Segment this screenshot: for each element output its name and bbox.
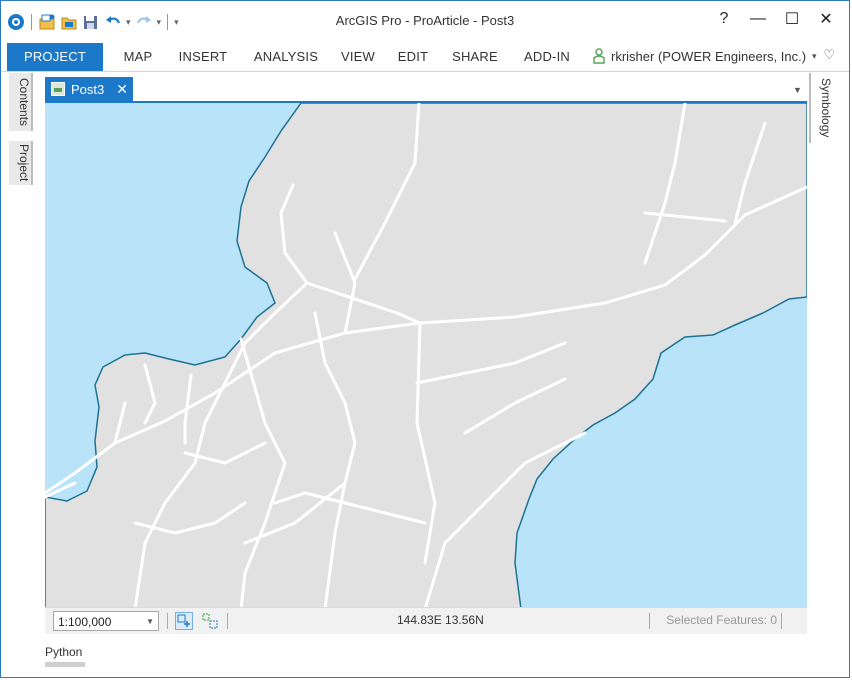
view-tab-post3[interactable]: Post3 ✕ xyxy=(45,77,133,101)
python-pane-indicator xyxy=(45,662,85,667)
pane-tab-project[interactable]: Project xyxy=(9,141,33,185)
chevron-down-icon[interactable]: ▾ xyxy=(812,51,817,62)
tab-map[interactable]: MAP xyxy=(113,43,163,71)
view-tab-label: Post3 xyxy=(71,81,105,97)
user-name: rkrisher (POWER Engineers, Inc.) xyxy=(611,48,807,64)
separator xyxy=(781,613,782,629)
arcgis-pro-window: ▾ ▾ ▾ ArcGIS Pro - ProArticle - Post3 ? … xyxy=(0,0,850,678)
close-icon[interactable]: ✕ xyxy=(809,9,843,29)
map-canvas[interactable] xyxy=(45,103,807,607)
tab-share[interactable]: SHARE xyxy=(443,43,507,71)
snapping-icon[interactable] xyxy=(201,612,219,630)
window-controls: ? — ☐ ✕ xyxy=(707,9,843,29)
tab-add-in[interactable]: ADD-IN xyxy=(513,43,581,71)
separator xyxy=(167,613,168,629)
user-icon xyxy=(593,48,605,64)
chevron-down-icon[interactable]: ▼ xyxy=(146,612,154,632)
coordinate-readout: 144.83E 13.56N xyxy=(397,613,484,627)
feedback-icon[interactable]: ♡ xyxy=(823,47,835,63)
separator xyxy=(227,613,228,629)
chevron-down-icon[interactable]: ▼ xyxy=(793,85,802,95)
left-dock: Contents Project xyxy=(9,73,33,613)
python-pane-tab[interactable]: Python xyxy=(45,645,82,659)
tab-analysis[interactable]: ANALYSIS xyxy=(243,43,329,71)
close-icon[interactable]: ✕ xyxy=(116,81,128,98)
separator xyxy=(649,613,650,629)
scale-value: 1:100,000 xyxy=(58,615,112,629)
selected-features-count[interactable]: Selected Features: 0 xyxy=(666,613,777,627)
user-account[interactable]: rkrisher (POWER Engineers, Inc.) ▾ xyxy=(593,48,817,64)
title-bar: ▾ ▾ ▾ ArcGIS Pro - ProArticle - Post3 ? … xyxy=(1,1,849,41)
ribbon-tabs: PROJECT MAP INSERT ANALYSIS VIEW EDIT SH… xyxy=(1,43,849,72)
map-icon xyxy=(51,82,65,96)
tab-insert[interactable]: INSERT xyxy=(167,43,239,71)
scale-selector[interactable]: 1:100,000 ▼ xyxy=(53,611,159,631)
right-dock: Symbology xyxy=(809,73,839,613)
minimize-icon[interactable]: — xyxy=(741,10,775,28)
tab-view[interactable]: VIEW xyxy=(333,43,383,71)
pane-tab-contents[interactable]: Contents xyxy=(9,73,33,131)
map-status-bar: 1:100,000 ▼ 144.83E 13.56N Selected Feat… xyxy=(45,607,807,634)
tab-project[interactable]: PROJECT xyxy=(7,43,103,71)
maximize-icon[interactable]: ☐ xyxy=(775,9,809,29)
tab-edit[interactable]: EDIT xyxy=(387,43,439,71)
help-icon[interactable]: ? xyxy=(707,10,741,28)
map-view[interactable] xyxy=(45,101,807,607)
pane-tab-symbology[interactable]: Symbology xyxy=(809,73,833,143)
fixed-zoom-in-icon[interactable] xyxy=(175,612,193,630)
